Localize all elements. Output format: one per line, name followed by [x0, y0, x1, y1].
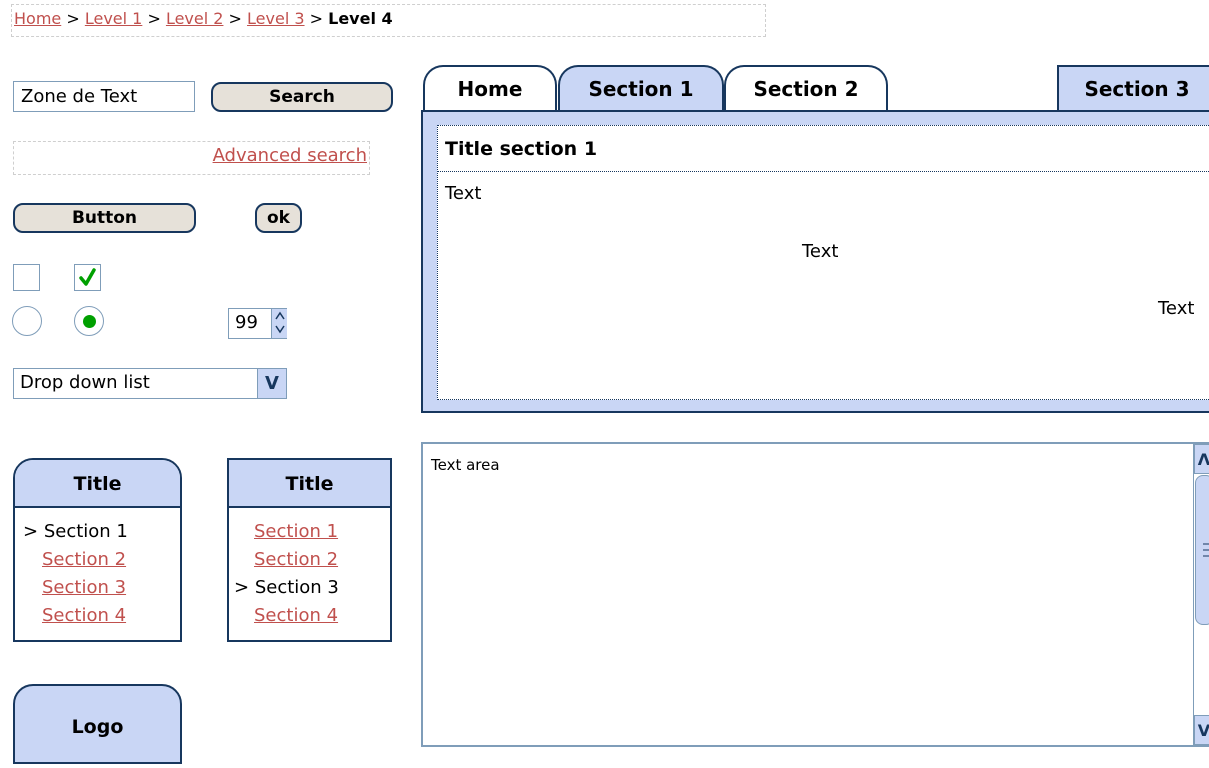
section-text-right: Text: [1158, 298, 1195, 319]
radio-selected[interactable]: [74, 306, 104, 336]
menu-left-item-3[interactable]: Section 3: [42, 577, 126, 598]
checkmark-icon: [79, 268, 96, 286]
menu-left-item-2[interactable]: Section 2: [42, 549, 126, 570]
search-button[interactable]: Search: [211, 82, 393, 112]
checkbox-unchecked[interactable]: [13, 264, 40, 291]
menu-right-item-4[interactable]: Section 4: [254, 605, 338, 626]
menu-right-item-3[interactable]: > Section 3: [234, 574, 382, 602]
breadcrumb-separator: >: [309, 9, 324, 28]
checkbox-checked[interactable]: [74, 264, 101, 291]
breadcrumb-level3-link[interactable]: Level 3: [247, 9, 305, 28]
tab-section-3[interactable]: Section 3: [1057, 65, 1209, 111]
breadcrumb-separator: >: [147, 9, 161, 28]
dropdown-value: Drop down list: [20, 372, 150, 393]
radio-unselected[interactable]: [12, 306, 42, 336]
menu-right-title: Title: [229, 460, 390, 508]
stepper-buttons: [271, 309, 287, 338]
generic-button[interactable]: Button: [13, 203, 196, 233]
menu-left-item-4[interactable]: Section 4: [42, 605, 126, 626]
grip-icon: [1203, 543, 1209, 557]
text-area[interactable]: Text area: [421, 442, 1209, 747]
breadcrumb-separator: >: [228, 9, 242, 28]
menu-right-item-2[interactable]: Section 2: [254, 549, 338, 570]
tab-home[interactable]: Home: [423, 65, 557, 111]
chevron-up-icon[interactable]: Λ: [1194, 444, 1209, 474]
menu-left: Title > Section 1 Section 2 Section 3 Se…: [13, 458, 182, 642]
logo: Logo: [13, 684, 182, 764]
section-text-left: Text: [445, 183, 482, 204]
breadcrumb-level2-link[interactable]: Level 2: [166, 9, 224, 28]
menu-left-title: Title: [15, 460, 180, 508]
chevron-down-icon[interactable]: V: [1194, 715, 1209, 745]
chevron-down-icon[interactable]: [274, 324, 286, 334]
tab-section-2[interactable]: Section 2: [724, 65, 888, 111]
advanced-search-link[interactable]: Advanced search: [213, 145, 367, 166]
advanced-search-container: Advanced search: [13, 141, 370, 175]
dropdown-select[interactable]: Drop down list V: [13, 368, 287, 399]
ok-button[interactable]: ok: [255, 203, 302, 233]
scrollbar[interactable]: Λ V: [1193, 444, 1209, 745]
breadcrumb-level1-link[interactable]: Level 1: [85, 9, 143, 28]
menu-right-item-1[interactable]: Section 1: [254, 521, 338, 542]
stepper-value: 99: [235, 312, 258, 333]
breadcrumb-current: Level 4: [328, 9, 393, 28]
chevron-up-icon[interactable]: [274, 311, 286, 321]
menu-right: Title Section 1 Section 2 > Section 3 Se…: [227, 458, 392, 642]
breadcrumb: Home > Level 1 > Level 2 > Level 3 > Lev…: [11, 4, 766, 37]
menu-left-item-1[interactable]: > Section 1: [23, 518, 172, 546]
scrollbar-thumb[interactable]: [1195, 475, 1209, 625]
search-input[interactable]: Zone de Text: [13, 81, 195, 112]
quantity-stepper[interactable]: 99: [228, 308, 287, 339]
section-title: Title section 1: [437, 125, 1209, 172]
radio-dot-icon: [83, 315, 96, 328]
chevron-down-icon[interactable]: V: [257, 369, 286, 398]
breadcrumb-separator: >: [66, 9, 80, 28]
breadcrumb-home-link[interactable]: Home: [14, 9, 61, 28]
section-text-center: Text: [802, 241, 839, 262]
tab-section-1[interactable]: Section 1: [558, 65, 724, 111]
